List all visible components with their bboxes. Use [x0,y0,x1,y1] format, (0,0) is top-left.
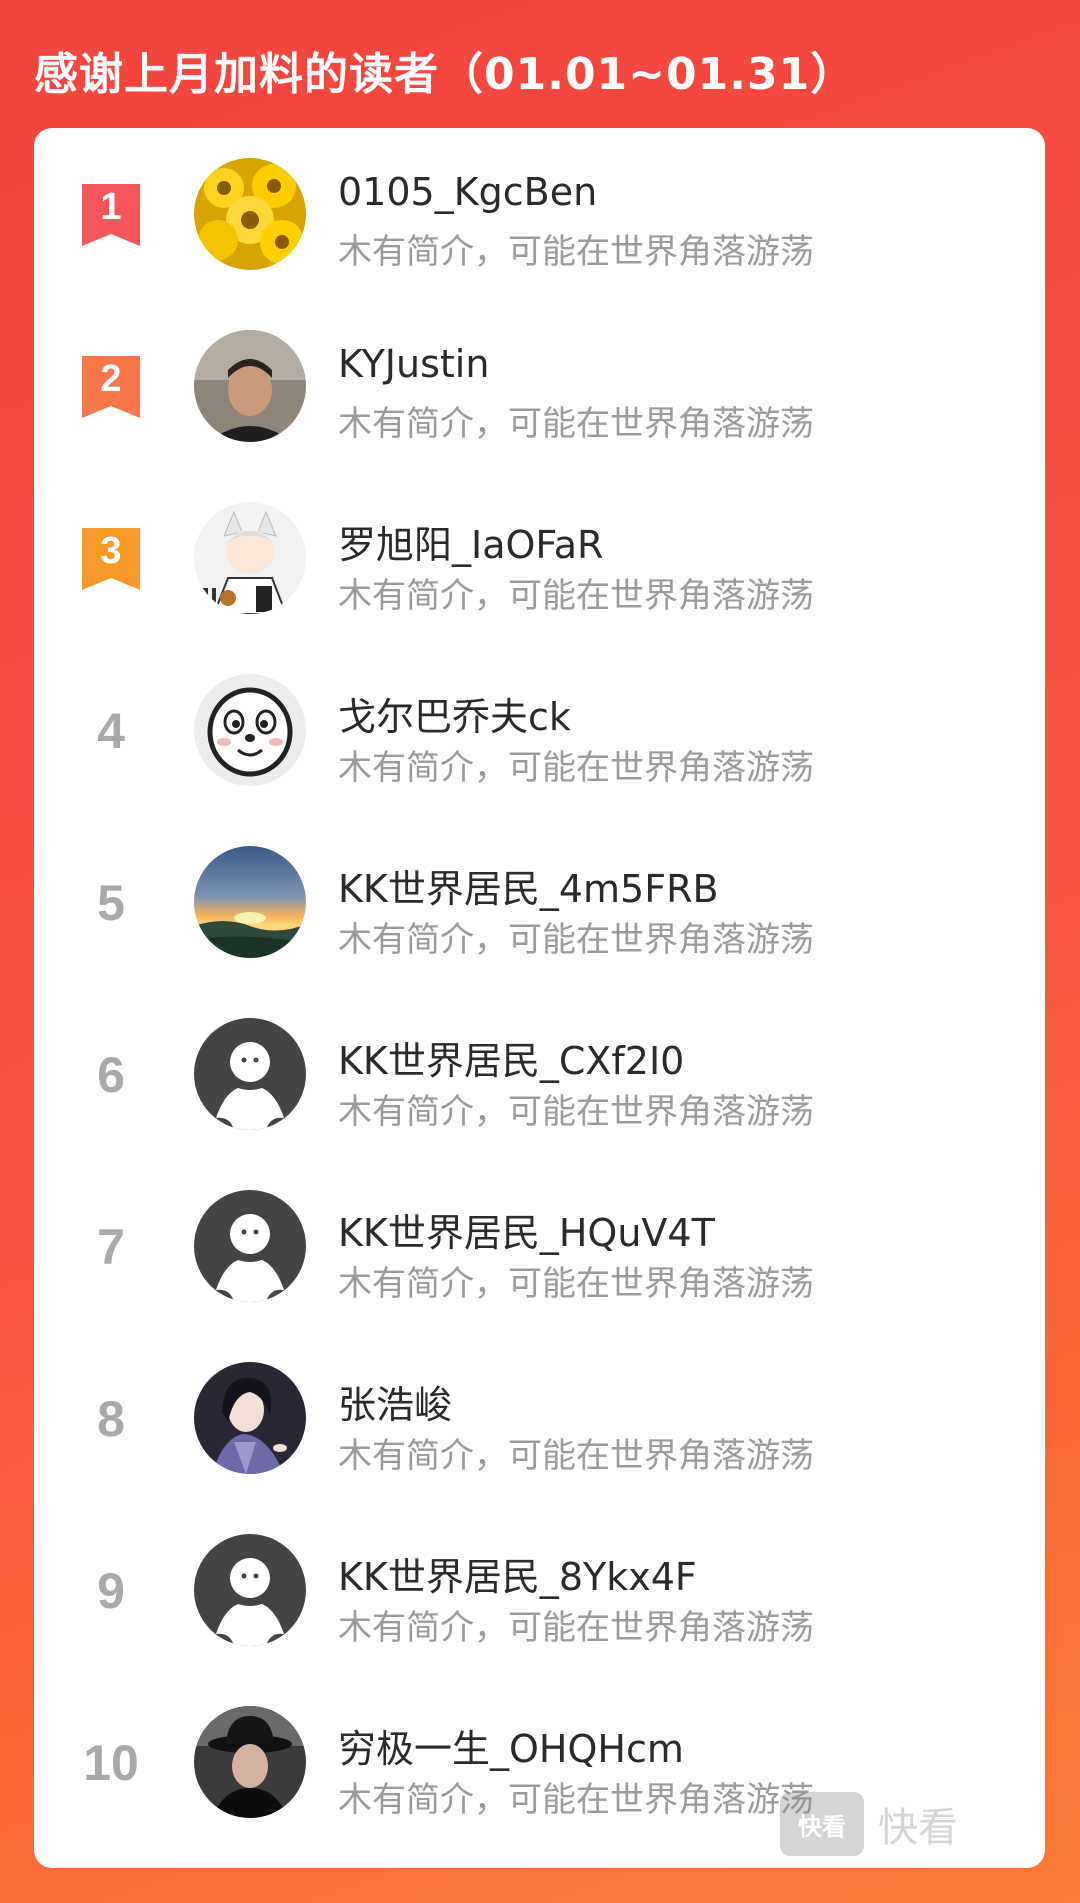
sunset-avatar[interactable] [194,846,306,958]
rank-badge: 9 [66,1536,156,1646]
rank-number: 6 [97,1047,125,1103]
reader-row-9[interactable]: 9 KK世界居民_8Ykx4F 木有简介，可能在世界角落游荡 [34,1504,1045,1676]
default-avatar[interactable] [194,1018,306,1130]
reader-name[interactable]: 张浩峻 [338,1374,452,1429]
reader-row-8[interactable]: 8 张浩峻 木有简介，可能在世界角落游荡 [34,1332,1045,1504]
default-avatar[interactable] [194,1190,306,1302]
reader-name[interactable]: KK世界居民_CXf2I0 [338,1030,684,1085]
rank-badge: 8 [66,1364,156,1474]
reader-name[interactable]: 戈尔巴乔夫ck [338,686,571,741]
reader-row-5[interactable]: 5 KK世界居民_4m5FRB 木有简介，可能在世界角落游荡 [34,816,1045,988]
default-avatar[interactable] [194,1534,306,1646]
rank-badge: 2 [66,332,156,442]
rank-number: 5 [97,875,125,931]
rank-badge: 10 [66,1708,156,1818]
rank-badge: 3 [66,504,156,614]
reader-bio: 木有简介，可能在世界角落游荡 [338,1092,814,1132]
rank-badge: 7 [66,1192,156,1302]
reader-name[interactable]: 穷极一生_OHQHcm [338,1718,684,1773]
reader-bio: 木有简介，可能在世界角落游荡 [338,1436,814,1476]
reader-bio: 木有简介，可能在世界角落游荡 [338,1780,814,1820]
watermark-text: 快看 [878,1805,958,1851]
rank-number: 3 [100,530,122,572]
page-title: 感谢上月加料的读者（01.01~01.31） [34,49,856,100]
reader-row-2[interactable]: 2 KYJustin 木有简介，可能在世界角落游荡 [34,300,1045,472]
reader-row-3[interactable]: 3 罗旭阳_IaOFaR 木有简介，可能在世界角落游荡 [34,472,1045,644]
cartoon-face-avatar[interactable] [194,674,306,786]
anime-avatar[interactable] [194,502,306,614]
reader-name[interactable]: KYJustin [338,342,489,386]
rank-badge: 1 [66,160,156,270]
reader-name[interactable]: KK世界居民_4m5FRB [338,858,719,913]
rank-badge: 4 [66,676,156,786]
reader-bio: 木有简介，可能在世界角落游荡 [338,920,814,960]
photo-avatar[interactable] [194,330,306,442]
reader-row-6[interactable]: 6 KK世界居民_CXf2I0 木有简介，可能在世界角落游荡 [34,988,1045,1160]
rank-badge: 5 [66,848,156,958]
reader-bio: 木有简介，可能在世界角落游荡 [338,404,814,444]
anime-avatar-dark[interactable] [194,1362,306,1474]
watermark: 快看 快看 [780,1792,958,1856]
rank-number: 1 [100,186,122,228]
reader-bio: 木有简介，可能在世界角落游荡 [338,1608,814,1648]
rank-badge: 6 [66,1020,156,1130]
reader-name[interactable]: KK世界居民_8Ykx4F [338,1546,697,1601]
rank-number: 10 [83,1735,139,1791]
reader-bio: 木有简介，可能在世界角落游荡 [338,1264,814,1304]
rank-number: 8 [97,1391,125,1447]
reader-row-1[interactable]: 1 0105_KgcBen 木有简介，可能在世界角落游荡 [34,128,1045,300]
rank-number: 2 [100,358,122,400]
kuaikan-logo-icon: 快看 [780,1792,864,1856]
hat-photo-avatar[interactable] [194,1706,306,1818]
reader-name[interactable]: KK世界居民_HQuV4T [338,1202,715,1257]
reader-bio: 木有简介，可能在世界角落游荡 [338,232,814,272]
reader-name[interactable]: 罗旭阳_IaOFaR [338,514,603,569]
rank-number: 9 [97,1563,125,1619]
reader-row-7[interactable]: 7 KK世界居民_HQuV4T 木有简介，可能在世界角落游荡 [34,1160,1045,1332]
reader-bio: 木有简介，可能在世界角落游荡 [338,576,814,616]
reader-name[interactable]: 0105_KgcBen [338,170,597,214]
reader-list-card: 1 0105_KgcBen 木有简介，可能在世界角落游荡 2 KYJustin … [34,128,1045,1868]
rank-number: 4 [97,703,125,759]
rank-number: 7 [97,1219,125,1275]
reader-row-4[interactable]: 4 戈尔巴乔夫ck 木有简介，可能在世界角落游荡 [34,644,1045,816]
page: 感谢上月加料的读者（01.01~01.31） 1 0105_KgcBen 木有简… [0,0,1080,1903]
reader-bio: 木有简介，可能在世界角落游荡 [338,748,814,788]
sunflower-avatar[interactable] [194,158,306,270]
